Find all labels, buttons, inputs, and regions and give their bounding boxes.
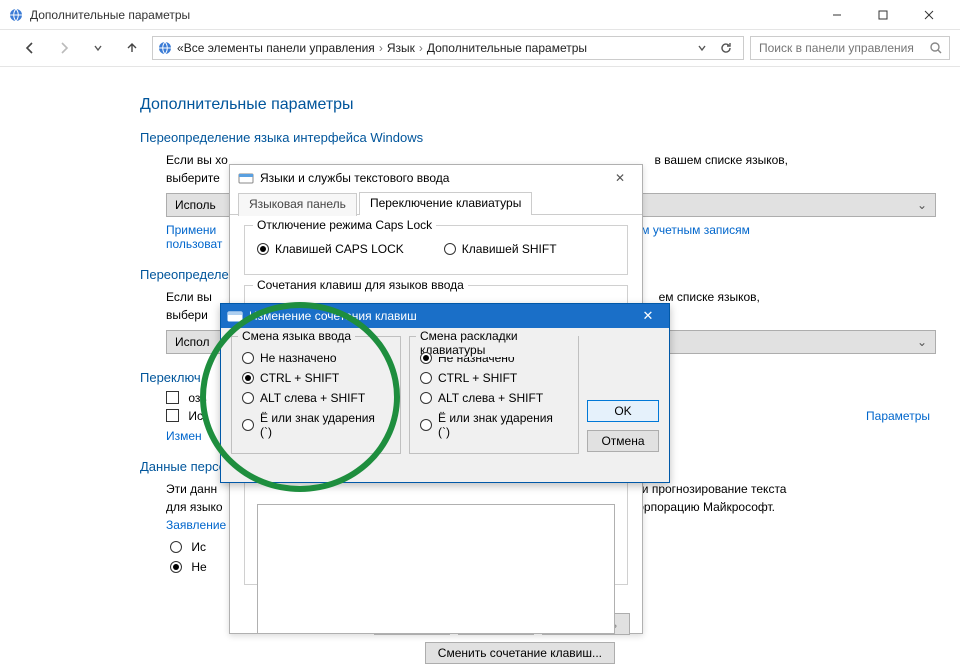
breadcrumb-item[interactable]: Все элементы панели управления	[184, 41, 375, 55]
back-button[interactable]	[16, 34, 44, 62]
chevron-down-icon: ⌄	[917, 198, 927, 212]
checkbox-label: Ис	[188, 409, 203, 423]
search-box[interactable]	[750, 36, 950, 60]
radio-none[interactable]: Не назначено	[242, 351, 390, 365]
dropdown-value: Исполь	[175, 198, 216, 212]
recent-dropdown[interactable]	[84, 34, 112, 62]
nav-toolbar: « Все элементы панели управления › Язык …	[0, 30, 960, 66]
radio[interactable]	[170, 561, 182, 573]
params-link[interactable]: Параметры	[866, 409, 930, 423]
capslock-radio-caps[interactable]: Клавишей CAPS LOCK	[257, 242, 404, 256]
input-language-group: Смена языка ввода Не назначено CTRL + SH…	[231, 336, 401, 454]
chevron-right-icon: ›	[415, 41, 427, 55]
up-button[interactable]	[118, 34, 146, 62]
close-button[interactable]	[906, 0, 952, 30]
window-titlebar: Дополнительные параметры	[0, 0, 960, 30]
ok-button[interactable]: OK	[587, 400, 659, 422]
close-icon[interactable]: ✕	[606, 171, 634, 185]
capslock-group: Отключение режима Caps Lock Клавишей CAP…	[244, 225, 628, 275]
dialog-titlebar[interactable]: Изменение сочетания клавиш ✕	[221, 304, 669, 328]
maximize-button[interactable]	[860, 0, 906, 30]
close-icon[interactable]: ✕	[633, 308, 663, 324]
dialog-title: Языки и службы текстового ввода	[260, 171, 606, 185]
tab-language-bar[interactable]: Языковая панель	[238, 193, 357, 216]
chevron-down-icon: ⌄	[917, 335, 927, 349]
radio-grave[interactable]: Ё или знак ударения (`)	[242, 411, 390, 439]
search-input[interactable]	[757, 40, 929, 56]
radio-ctrl-shift[interactable]: CTRL + SHIFT	[420, 371, 568, 385]
radio-label: Ис	[191, 540, 206, 554]
search-icon	[929, 41, 943, 55]
refresh-button[interactable]	[719, 41, 733, 55]
breadcrumb-icon	[157, 40, 173, 56]
change-hotkey-dialog: Изменение сочетания клавиш ✕ Смена языка…	[220, 303, 670, 483]
hotkeys-listbox[interactable]	[257, 504, 615, 634]
capslock-radio-shift[interactable]: Клавишей SHIFT	[444, 242, 557, 256]
window-title: Дополнительные параметры	[30, 8, 814, 22]
radio-grave[interactable]: Ё или знак ударения (`)	[420, 411, 568, 439]
chevron-right-icon: ›	[375, 41, 387, 55]
page-title: Дополнительные параметры	[140, 96, 940, 114]
minimize-button[interactable]	[814, 0, 860, 30]
breadcrumb-prefix: «	[177, 41, 184, 55]
breadcrumb-item[interactable]: Язык	[387, 41, 415, 55]
dialog-icon	[227, 308, 243, 324]
tab-keyboard-switch[interactable]: Переключение клавиатуры	[359, 192, 532, 215]
change-hotkey-button[interactable]: Сменить сочетание клавиш...	[425, 642, 615, 664]
privacy-link[interactable]: Заявление	[166, 518, 226, 532]
tabstrip: Языковая панель Переключение клавиатуры	[230, 191, 642, 215]
app-icon	[8, 7, 24, 23]
group-legend: Смена раскладки клавиатуры	[416, 329, 578, 357]
apply-users-link-2[interactable]: пользоват	[166, 237, 222, 251]
section-header: Переопределение языка интерфейса Windows	[140, 130, 940, 145]
breadcrumb-item[interactable]: Дополнительные параметры	[427, 41, 587, 55]
checkbox[interactable]	[166, 409, 179, 422]
breadcrumb-bar[interactable]: « Все элементы панели управления › Язык …	[152, 36, 744, 60]
group-legend: Отключение режима Caps Lock	[253, 218, 436, 232]
radio-ctrl-shift[interactable]: CTRL + SHIFT	[242, 371, 390, 385]
cancel-button[interactable]: Отмена	[587, 430, 659, 452]
address-dropdown-button[interactable]	[697, 43, 707, 53]
dialog-title: Изменение сочетания клавиш	[249, 309, 633, 323]
checkbox[interactable]	[166, 391, 179, 404]
dialog-icon	[238, 170, 254, 186]
forward-button[interactable]	[50, 34, 78, 62]
radio-label: Не	[191, 560, 206, 574]
radio[interactable]	[170, 541, 182, 553]
dropdown-value: Испол	[175, 335, 210, 349]
radio-alt-shift[interactable]: ALT слева + SHIFT	[242, 391, 390, 405]
group-legend: Смена языка ввода	[238, 329, 355, 343]
checkbox-label: озв	[188, 391, 206, 405]
radio-alt-shift[interactable]: ALT слева + SHIFT	[420, 391, 568, 405]
apply-link[interactable]: Примени	[166, 223, 216, 237]
keyboard-layout-group: Смена раскладки клавиатуры Не назначено …	[409, 336, 579, 454]
group-legend: Сочетания клавиш для языков ввода	[253, 278, 468, 292]
dialog-titlebar[interactable]: Языки и службы текстового ввода ✕	[230, 165, 642, 191]
